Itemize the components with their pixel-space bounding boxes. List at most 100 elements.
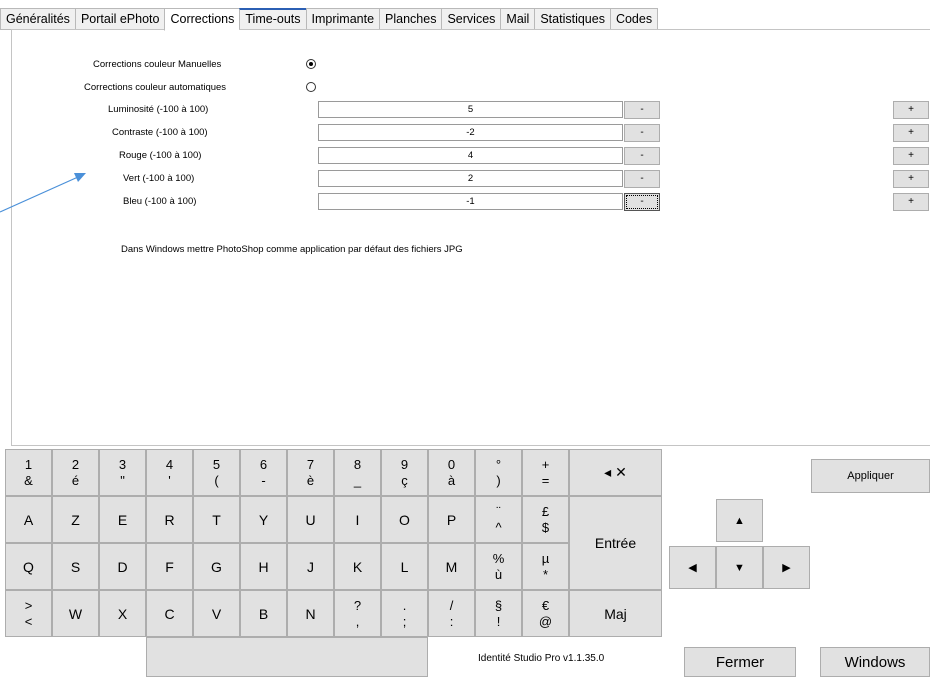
- green-plus-button[interactable]: +: [893, 170, 929, 188]
- backspace-icon: ◂ ✕: [604, 464, 627, 480]
- enter-key[interactable]: Entrée: [569, 496, 662, 590]
- green-label: Vert (-100 à 100): [123, 173, 195, 184]
- close-button[interactable]: Fermer: [684, 647, 796, 677]
- key-q[interactable]: Q: [5, 543, 52, 590]
- key-o[interactable]: O: [381, 496, 428, 543]
- key-u[interactable]: U: [287, 496, 334, 543]
- arrow-up-button[interactable]: ▲: [716, 499, 763, 542]
- luminosity-plus-button[interactable]: +: [893, 101, 929, 119]
- key-m[interactable]: M: [428, 543, 475, 590]
- key-k[interactable]: K: [334, 543, 381, 590]
- tab-corrections[interactable]: Corrections: [164, 8, 240, 31]
- key-f[interactable]: F: [146, 543, 193, 590]
- blue-input[interactable]: -1: [318, 193, 623, 210]
- key-8[interactable]: 8 _: [334, 449, 381, 496]
- windows-button[interactable]: Windows: [820, 647, 930, 677]
- key-s[interactable]: S: [52, 543, 99, 590]
- version-label: Identité Studio Pro v1.1.35.0: [478, 653, 605, 664]
- contrast-minus-button[interactable]: -: [624, 124, 660, 142]
- red-plus-button[interactable]: +: [893, 147, 929, 165]
- annotation-arrow-icon: [0, 173, 86, 213]
- backspace-key[interactable]: ◂ ✕: [569, 449, 662, 496]
- key-plus[interactable]: + =: [522, 449, 569, 496]
- key-e[interactable]: E: [99, 496, 146, 543]
- tab-services[interactable]: Services: [441, 8, 501, 30]
- green-minus-button[interactable]: -: [624, 170, 660, 188]
- red-minus-button[interactable]: -: [624, 147, 660, 165]
- key-a[interactable]: A: [5, 496, 52, 543]
- space-bar[interactable]: [146, 637, 428, 677]
- luminosity-minus-button[interactable]: -: [624, 101, 660, 119]
- arrow-left-button[interactable]: ◀: [669, 546, 716, 589]
- key-3[interactable]: 3 ": [99, 449, 146, 496]
- arrow-left-icon: ◀: [688, 562, 697, 574]
- contrast-plus-button[interactable]: +: [893, 124, 929, 142]
- key-1[interactable]: 1 &: [5, 449, 52, 496]
- arrow-down-icon: ▼: [734, 561, 745, 574]
- key-micro[interactable]: µ *: [522, 543, 569, 590]
- key-slash[interactable]: /:: [428, 590, 475, 637]
- blue-label: Bleu (-100 à 100): [123, 196, 197, 207]
- tab-planches[interactable]: Planches: [379, 8, 442, 30]
- key-section[interactable]: §!: [475, 590, 522, 637]
- key-j[interactable]: J: [287, 543, 334, 590]
- key-euro[interactable]: € @: [522, 590, 569, 637]
- apply-button[interactable]: Appliquer: [811, 459, 930, 493]
- key-z[interactable]: Z: [52, 496, 99, 543]
- key-percent[interactable]: % ù: [475, 543, 522, 590]
- luminosity-input[interactable]: 5: [318, 101, 623, 118]
- tab-time-outs[interactable]: Time-outs: [239, 8, 306, 30]
- key-6[interactable]: 6-: [240, 449, 287, 496]
- key-i[interactable]: I: [334, 496, 381, 543]
- key-t[interactable]: T: [193, 496, 240, 543]
- key-l[interactable]: L: [381, 543, 428, 590]
- key-v[interactable]: V: [193, 590, 240, 637]
- red-label: Rouge (-100 à 100): [119, 150, 202, 161]
- key-y[interactable]: Y: [240, 496, 287, 543]
- tab-bar: Généralités Portail ePhoto Corrections T…: [0, 8, 659, 31]
- tab-codes[interactable]: Codes: [609, 8, 659, 30]
- blue-minus-button[interactable]: -: [624, 193, 660, 211]
- key-pound[interactable]: £ $: [522, 496, 569, 543]
- key-umlaut[interactable]: ¨ ^: [475, 496, 522, 543]
- key-4[interactable]: 4 ': [146, 449, 193, 496]
- key-h[interactable]: H: [240, 543, 287, 590]
- manual-corrections-radio[interactable]: [306, 59, 316, 69]
- key-greater[interactable]: > <: [5, 590, 52, 637]
- key-b[interactable]: B: [240, 590, 287, 637]
- key-g[interactable]: G: [193, 543, 240, 590]
- manual-corrections-label: Corrections couleur Manuelles: [93, 59, 222, 70]
- arrow-right-button[interactable]: ▶: [763, 546, 810, 589]
- key-c[interactable]: C: [146, 590, 193, 637]
- key-5[interactable]: 5(: [193, 449, 240, 496]
- contrast-input[interactable]: -2: [318, 124, 623, 141]
- key-w[interactable]: W: [52, 590, 99, 637]
- key-0[interactable]: 0à: [428, 449, 475, 496]
- arrow-up-icon: ▲: [734, 514, 745, 527]
- auto-corrections-label: Corrections couleur automatiques: [84, 82, 227, 93]
- key-d[interactable]: D: [99, 543, 146, 590]
- key-x[interactable]: X: [99, 590, 146, 637]
- key-n[interactable]: N: [287, 590, 334, 637]
- key-7[interactable]: 7è: [287, 449, 334, 496]
- blue-plus-button[interactable]: +: [893, 193, 929, 211]
- red-input[interactable]: 4: [318, 147, 623, 164]
- key-period[interactable]: .;: [381, 590, 428, 637]
- auto-corrections-radio[interactable]: [306, 82, 316, 92]
- tab-generalites[interactable]: Généralités: [0, 8, 75, 30]
- key-question[interactable]: ?,: [334, 590, 381, 637]
- shift-key[interactable]: Maj: [569, 590, 662, 637]
- tab-mail[interactable]: Mail: [500, 8, 535, 30]
- tab-statistiques[interactable]: Statistiques: [534, 8, 610, 30]
- key-r[interactable]: R: [146, 496, 193, 543]
- tab-portail-ephoto[interactable]: Portail ePhoto: [74, 8, 165, 30]
- key-2[interactable]: 2é: [52, 449, 99, 496]
- key-p[interactable]: P: [428, 496, 475, 543]
- key-9[interactable]: 9ç: [381, 449, 428, 496]
- green-input[interactable]: 2: [318, 170, 623, 187]
- arrow-down-button[interactable]: ▼: [716, 546, 763, 589]
- key-degree[interactable]: °): [475, 449, 522, 496]
- tab-imprimante[interactable]: Imprimante: [305, 8, 380, 30]
- contrast-label: Contraste (-100 à 100): [112, 127, 208, 138]
- luminosity-label: Luminosité (-100 à 100): [108, 104, 209, 115]
